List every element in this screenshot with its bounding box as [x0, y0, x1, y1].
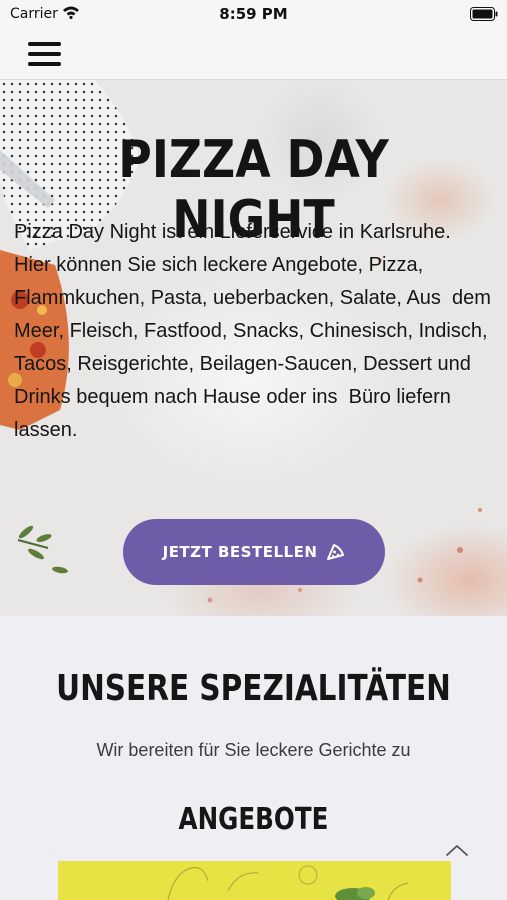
offers-title: ANGEBOTE: [178, 802, 329, 837]
app-header: [0, 30, 507, 80]
offers-doodle-image: [167, 865, 409, 900]
battery-icon: [470, 7, 498, 21]
order-now-button[interactable]: JETZT BESTELLEN: [123, 519, 385, 585]
offers-card-image[interactable]: [58, 861, 451, 900]
hero-description-text: Pizza Day Night ist ein Lieferservice in…: [14, 221, 491, 441]
specialties-subtitle: Wir bereiten für Sie leckere Gerichte zu: [96, 740, 411, 760]
specialties-title: UNSERE SPEZIALITÄTEN: [56, 668, 451, 709]
hero-section: PIZZA DAY NIGHT Pizza Day Night ist ein …: [0, 80, 507, 616]
menu-icon[interactable]: [26, 39, 64, 69]
status-time: 8:59 PM: [219, 5, 288, 23]
chevron-up-icon[interactable]: [444, 840, 470, 860]
pizza-slice-icon: [327, 544, 345, 560]
hero-description: Pizza Day Night ist ein Lieferservice in…: [14, 216, 499, 447]
specialties-section: UNSERE SPEZIALITÄTEN Wir bereiten für Si…: [0, 616, 507, 900]
status-bar: Carrier 8:59 PM: [0, 0, 507, 30]
order-now-label: JETZT BESTELLEN: [162, 543, 318, 561]
